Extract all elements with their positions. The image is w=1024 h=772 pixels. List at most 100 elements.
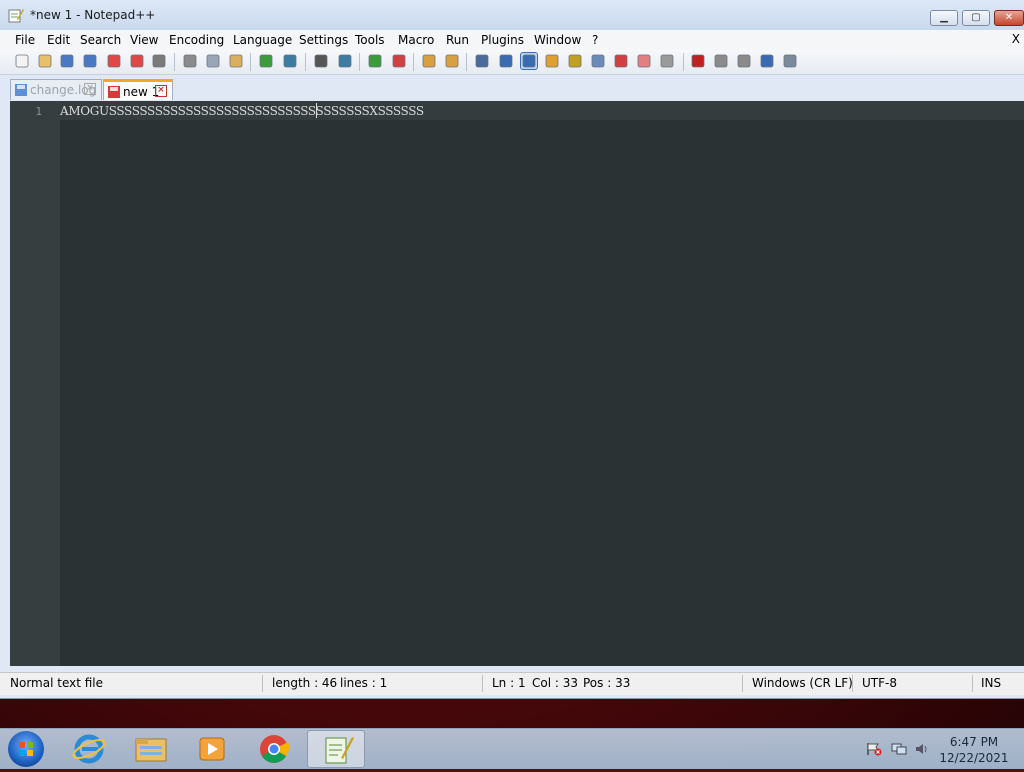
- copy-icon[interactable]: [205, 53, 221, 69]
- function-list-icon[interactable]: [567, 53, 583, 69]
- menu-settings[interactable]: Settings: [299, 33, 348, 47]
- close-tab-icon[interactable]: ×: [155, 85, 167, 97]
- text-caret: [316, 103, 317, 118]
- toolbar-separator: [413, 53, 414, 71]
- open-file-icon[interactable]: [37, 53, 53, 69]
- menu-edit[interactable]: Edit: [47, 33, 70, 47]
- unsaved-file-icon: [108, 86, 120, 98]
- sync-horizontal-icon[interactable]: [444, 53, 460, 69]
- editor-text[interactable]: AMOGUSSSSSSSSSSSSSSSSSSSSSSSSSSSSSSSSSSX…: [60, 104, 424, 118]
- menu-plugins[interactable]: Plugins: [481, 33, 524, 47]
- print-icon[interactable]: [151, 53, 167, 69]
- play-macro-icon[interactable]: [736, 53, 752, 69]
- menu-tools[interactable]: Tools: [355, 33, 385, 47]
- toolbar-separator: [359, 53, 360, 71]
- folder-workspace-icon[interactable]: [590, 53, 606, 69]
- record-macro-icon[interactable]: [690, 53, 706, 69]
- tab-bar: change.log × new 1 ×: [0, 75, 1024, 101]
- action-center-icon[interactable]: [866, 742, 882, 756]
- undo-icon[interactable]: [258, 53, 274, 69]
- notepad-plus-plus-icon: [325, 737, 354, 764]
- chrome-icon: [260, 735, 290, 763]
- maximize-button[interactable]: ▢: [962, 10, 990, 26]
- status-divider: [852, 675, 853, 692]
- taskbar-file-explorer[interactable]: [122, 730, 180, 768]
- close-all-icon[interactable]: [129, 53, 145, 69]
- saved-file-icon: [15, 84, 27, 96]
- find-icon[interactable]: [313, 53, 329, 69]
- status-file-type: Normal text file: [10, 676, 104, 690]
- stop-macro-icon[interactable]: [713, 53, 729, 69]
- text-editor[interactable]: 1 AMOGUSSSSSSSSSSSSSSSSSSSSSSSSSSSSSSSSS…: [10, 101, 1024, 666]
- line-number-gutter: 1: [10, 101, 60, 666]
- tab-change-log[interactable]: change.log ×: [10, 79, 102, 100]
- volume-icon[interactable]: [914, 742, 930, 756]
- sync-vertical-icon[interactable]: [421, 53, 437, 69]
- zoom-in-icon[interactable]: [367, 53, 383, 69]
- status-ln: Ln : 1: [492, 676, 526, 690]
- menu-search[interactable]: Search: [80, 33, 121, 47]
- doc-list-icon[interactable]: [636, 53, 652, 69]
- clock-date: 12/22/2021: [939, 751, 1009, 765]
- notepad-plus-plus-icon: [8, 9, 24, 23]
- status-divider: [972, 675, 973, 692]
- taskbar-internet-explorer[interactable]: [60, 730, 118, 768]
- status-pos: Pos : 33: [583, 676, 631, 690]
- close-document-button[interactable]: X: [1012, 32, 1020, 46]
- status-col: Col : 33: [532, 676, 578, 690]
- menu-help[interactable]: ?: [592, 33, 598, 47]
- save-all-icon[interactable]: [82, 53, 98, 69]
- toolbar-separator: [466, 53, 467, 71]
- word-wrap-icon[interactable]: [474, 53, 490, 69]
- close-icon[interactable]: [106, 53, 122, 69]
- windows-logo-icon: [19, 742, 33, 756]
- network-icon[interactable]: [891, 742, 907, 756]
- paste-icon[interactable]: [228, 53, 244, 69]
- save-icon[interactable]: [59, 53, 75, 69]
- file-explorer-icon: [135, 738, 167, 762]
- redo-icon[interactable]: [282, 53, 298, 69]
- status-lines: lines : 1: [340, 676, 388, 690]
- toolbar-separator: [174, 53, 175, 71]
- minimize-button[interactable]: ▁: [930, 10, 958, 26]
- tab-new-1[interactable]: new 1 ×: [103, 79, 173, 100]
- notepad-window: *new 1 - Notepad++ ▁ ▢ ✕ File Edit Searc…: [0, 0, 1024, 699]
- taskbar-notepad-plus-plus[interactable]: [307, 730, 365, 768]
- system-clock[interactable]: 6:47 PM 12/22/2021: [936, 734, 1012, 766]
- menu-view[interactable]: View: [130, 33, 158, 47]
- zoom-out-icon[interactable]: [391, 53, 407, 69]
- start-button[interactable]: [8, 731, 44, 767]
- status-bar: Normal text file length : 46 lines : 1 L…: [0, 672, 1024, 695]
- menu-bar: File Edit Search View Encoding Language …: [0, 30, 1024, 50]
- internet-explorer-icon: [72, 734, 106, 764]
- run-macro-multiple-icon[interactable]: [759, 53, 775, 69]
- minimize-icon: ▁: [940, 12, 948, 23]
- taskbar-chrome[interactable]: [245, 730, 303, 768]
- toolbar: [0, 50, 1024, 75]
- monitoring-icon[interactable]: [613, 53, 629, 69]
- menu-run[interactable]: Run: [446, 33, 469, 47]
- status-encoding: UTF-8: [862, 676, 897, 690]
- window-title: *new 1 - Notepad++: [30, 8, 156, 22]
- taskbar-media-player[interactable]: [183, 730, 241, 768]
- show-all-chars-icon[interactable]: [498, 53, 514, 69]
- menu-language[interactable]: Language: [233, 33, 292, 47]
- cut-icon[interactable]: [182, 53, 198, 69]
- menu-macro[interactable]: Macro: [398, 33, 434, 47]
- indent-guide-icon[interactable]: [520, 52, 538, 70]
- toolbar-separator: [250, 53, 251, 71]
- close-window-button[interactable]: ✕: [994, 10, 1024, 26]
- new-file-icon[interactable]: [14, 53, 30, 69]
- status-divider: [262, 675, 263, 692]
- status-length: length : 46: [272, 676, 338, 690]
- maximize-icon: ▢: [971, 12, 981, 23]
- close-tab-icon[interactable]: ×: [84, 83, 96, 95]
- menu-window[interactable]: Window: [534, 33, 581, 47]
- menu-file[interactable]: File: [15, 33, 35, 47]
- save-macro-icon[interactable]: [782, 53, 798, 69]
- menu-encoding[interactable]: Encoding: [169, 33, 224, 47]
- document-map-icon[interactable]: [544, 53, 560, 69]
- toolbar-separator: [683, 53, 684, 71]
- clipboard-history-icon[interactable]: [659, 53, 675, 69]
- replace-icon[interactable]: [337, 53, 353, 69]
